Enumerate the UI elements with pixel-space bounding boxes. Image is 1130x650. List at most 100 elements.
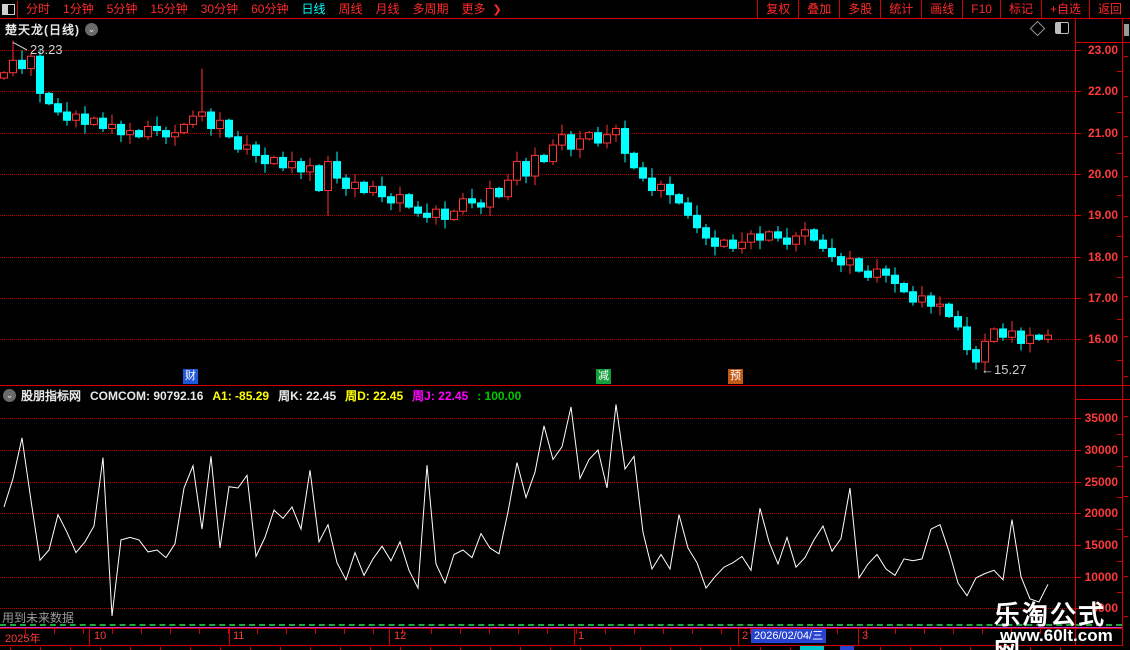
price-axis-minor-tick <box>1117 318 1122 320</box>
menu-item-period-2[interactable]: 5分钟 <box>107 0 138 18</box>
price-axis-label: 23.00 <box>1087 43 1118 57</box>
indicator-header-seg-2: A1: -85.29 <box>212 388 270 403</box>
edge-tick <box>1124 376 1128 377</box>
candlestick-chart[interactable]: 23.23 ←15.27 <box>0 38 1075 379</box>
indicator-axis-tick <box>1075 576 1081 578</box>
edge-tick <box>1124 96 1128 97</box>
menu-item-period-9[interactable]: 多周期 <box>413 0 449 18</box>
event-badge-2[interactable]: 预 <box>728 369 743 384</box>
price-axis-tick <box>1075 91 1081 93</box>
diamond-icon[interactable] <box>1029 20 1046 36</box>
split-glyph-icon <box>2 3 15 15</box>
indicator-axis-minor-tick <box>1117 529 1122 531</box>
scrollbar-thumb[interactable] <box>1124 24 1129 36</box>
price-axis-tick <box>1075 50 1081 51</box>
price-axis-minor-tick <box>1117 359 1122 361</box>
price-axis-label: 21.00 <box>1087 125 1118 140</box>
event-badge-1[interactable]: 减 <box>596 369 611 384</box>
chevron-down-icon[interactable]: ⌄ <box>85 23 98 36</box>
indicator-axis-minor-tick <box>1117 592 1122 594</box>
menu-item-period-3[interactable]: 15分钟 <box>150 0 187 18</box>
indicator-axis-minor-tick <box>1117 465 1122 467</box>
menu-item-tool-4[interactable]: 画线 <box>921 0 962 18</box>
price-axis-minor-tick <box>1117 235 1122 237</box>
period-menu: 分时 1分钟 5分钟 15分钟 30分钟 60分钟 日线 周线 月线 多周期 更多 ❯ <box>26 0 757 18</box>
indicator-header: ⌄ 股朋指标网 COMCOM: 90792.16 A1: -85.29 周K: 22.… <box>3 387 530 404</box>
indicator-axis-tick <box>1075 418 1081 420</box>
event-badge-0[interactable]: 财 <box>183 369 198 384</box>
price-axis-label: 22.00 <box>1087 84 1118 99</box>
date-label-0[interactable]: 2025年 <box>5 630 40 646</box>
indicator-header-seg-0: 股朋指标网 <box>21 389 82 403</box>
cutoff-blue-stub <box>840 646 854 650</box>
price-axis-tick <box>1075 297 1081 299</box>
price-axis-tick <box>1075 173 1081 175</box>
indicator-header-seg-6: : 100.00 <box>477 388 522 403</box>
price-axis-label: 20.00 <box>1087 166 1118 181</box>
indicator-axis-label: 15000 <box>1084 537 1118 552</box>
menu-item-tool-6[interactable]: 标记 <box>999 0 1041 18</box>
price-axis-tick <box>1075 215 1081 217</box>
indicator-chart[interactable] <box>0 400 1075 632</box>
menu-item-tool-0[interactable]: 复权 <box>757 0 798 18</box>
xaxis-bottom-line <box>0 645 1122 646</box>
selected-date-box[interactable]: 2026/02/04/三 <box>751 629 827 643</box>
menu-item-period-10[interactable]: 更多 <box>462 0 486 18</box>
price-axis-label: 19.00 <box>1087 208 1118 223</box>
price-axis-tick <box>1075 256 1081 258</box>
menu-item-period-5[interactable]: 60分钟 <box>251 0 288 18</box>
indicator-axis-tick <box>1075 513 1081 515</box>
price-axis-right-line <box>1122 18 1123 646</box>
price-axis-label: 17.00 <box>1087 290 1118 305</box>
price-axis-label: 16.00 <box>1087 332 1118 347</box>
edge-tick <box>1124 56 1128 57</box>
future-data-note: 用到未来数据 <box>2 611 75 625</box>
edge-tick <box>1124 216 1128 217</box>
edge-tick <box>1124 136 1128 137</box>
edge-tick <box>1124 416 1128 417</box>
menu-item-period-7[interactable]: 周线 <box>338 0 362 18</box>
indicator-header-seg-3: 周K: 22.45 <box>278 389 337 403</box>
menu-item-tool-1[interactable]: 叠加 <box>798 0 839 18</box>
indicator-axis-label: 10000 <box>1084 569 1118 584</box>
menu-item-tool-8[interactable]: 返回 <box>1088 0 1130 18</box>
window-split-icon[interactable] <box>0 0 18 18</box>
indicator-chevron-icon[interactable]: ⌄ <box>3 389 16 402</box>
pane-split-icon[interactable] <box>1055 22 1069 34</box>
edge-tick <box>1124 536 1128 537</box>
more-arrow-icon[interactable]: ❯ <box>493 3 502 16</box>
indicator-axis-tick <box>1075 449 1081 451</box>
top-menubar: 分时 1分钟 5分钟 15分钟 30分钟 60分钟 日线 周线 月线 多周期 更多 ❯ 复权 叠加 多股统… <box>0 0 1130 19</box>
indicator-axis-label: 20000 <box>1084 506 1118 521</box>
menu-item-tool-5[interactable]: F10 <box>962 0 1000 18</box>
edge-tick <box>1124 496 1128 497</box>
edge-tick <box>1124 336 1128 337</box>
price-axis-tick <box>1075 132 1081 134</box>
menu-item-tool-3[interactable]: 统计 <box>880 0 921 18</box>
indicator-axis-label: 35000 <box>1084 411 1118 426</box>
price-axis-minor-tick <box>1117 153 1122 155</box>
menu-item-period-6[interactable]: 日线 <box>301 0 325 18</box>
price-axis-label: 18.00 <box>1087 249 1118 264</box>
indicator-header-seg-4: 周D: 22.45 <box>345 389 404 403</box>
edge-tick <box>1124 576 1128 577</box>
svg-text:23.23: 23.23 <box>30 42 63 57</box>
indicator-axis-minor-tick <box>1117 560 1122 562</box>
tools-menu: 复权 叠加 多股 统计 画线 F10 标记 +自选 返回 <box>757 0 1130 18</box>
price-axis-minor-tick <box>1117 277 1122 279</box>
edge-tick <box>1124 456 1128 457</box>
chart-title-row: 楚天龙(日线) ⌄ <box>5 21 98 38</box>
edge-tick <box>1124 296 1128 297</box>
menu-item-period-8[interactable]: 月线 <box>376 0 400 18</box>
indicator-header-seg-1: COMCOM: 90792.16 <box>90 388 204 403</box>
menu-item-tool-2[interactable]: 多股 <box>839 0 880 18</box>
chart-title: 楚天龙(日线) <box>5 23 80 37</box>
chart-corner-icons <box>1029 20 1069 36</box>
menu-item-period-1[interactable]: 1分钟 <box>63 0 94 18</box>
menu-item-tool-7[interactable]: +自选 <box>1040 0 1089 18</box>
indicator-axis-minor-tick <box>1117 434 1122 436</box>
menu-item-period-4[interactable]: 30分钟 <box>201 0 238 18</box>
menu-item-period-0[interactable]: 分时 <box>26 0 50 18</box>
price-axis-minor-tick <box>1117 70 1122 72</box>
indicator-axis-tick <box>1075 544 1081 546</box>
